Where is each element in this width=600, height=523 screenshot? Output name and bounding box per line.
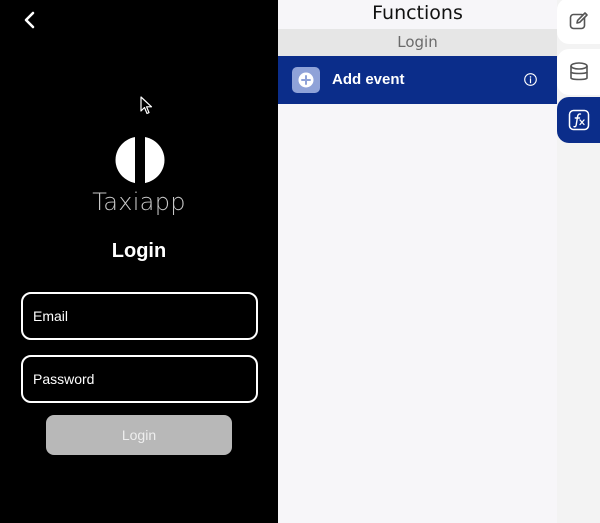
- add-icon[interactable]: [292, 67, 320, 93]
- chevron-left-icon: [24, 11, 35, 29]
- add-event-row[interactable]: Add event: [278, 56, 557, 104]
- info-icon[interactable]: [524, 73, 537, 86]
- back-button[interactable]: [18, 8, 42, 32]
- database-icon: [569, 62, 588, 81]
- functions-panel: Functions Login Add event: [278, 0, 557, 523]
- password-field[interactable]: [21, 355, 258, 403]
- panel-title: Functions: [372, 2, 463, 24]
- tab-functions[interactable]: [557, 97, 600, 143]
- mouse-cursor-icon: [140, 96, 153, 115]
- tab-edit[interactable]: [557, 0, 600, 44]
- login-heading: Login: [111, 240, 167, 262]
- edit-icon: [569, 12, 588, 30]
- screen-name-bar: Login: [278, 29, 557, 56]
- login-button[interactable]: Login: [46, 415, 232, 455]
- phone-preview: Taxiapp Login Login: [0, 0, 278, 523]
- email-field[interactable]: [21, 292, 258, 340]
- app-logo: [115, 136, 165, 184]
- brand-name: Taxiapp: [92, 188, 186, 216]
- tool-rail: [557, 0, 600, 523]
- function-icon: [568, 109, 589, 131]
- tab-database[interactable]: [557, 49, 600, 95]
- add-event-label: Add event: [332, 71, 405, 88]
